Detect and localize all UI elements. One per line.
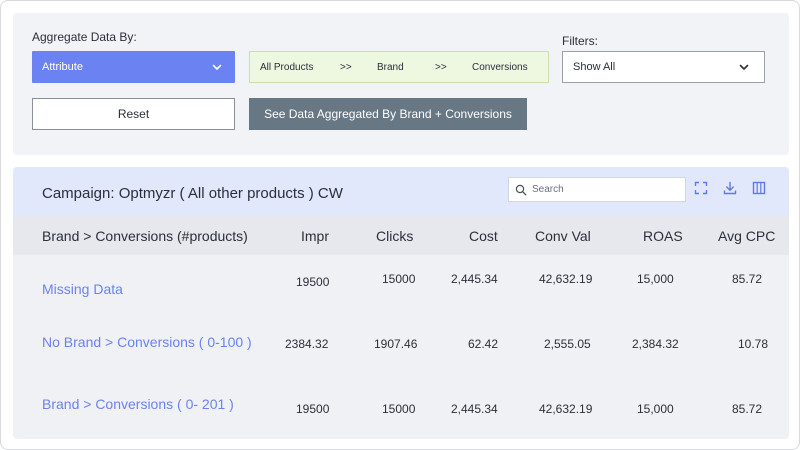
cell-impr: 2384.32 <box>285 337 329 351</box>
cell-cost: 2,445.34 <box>451 402 498 416</box>
fullscreen-icon[interactable] <box>694 181 708 195</box>
cell-impr: 19500 <box>296 275 330 289</box>
column-header-avg-cpc[interactable]: Avg CPC <box>718 228 775 244</box>
row-name-link[interactable]: Brand > Conversions ( 0- 201 ) <box>42 396 234 412</box>
column-header-conv-val[interactable]: Conv Val <box>535 228 591 244</box>
columns-icon[interactable] <box>752 181 766 195</box>
cell-roas: 15,000 <box>637 272 674 286</box>
table-header-row: Brand > Conversions (#products) Impr Cli… <box>13 215 789 255</box>
cell-avg-cpc: 10.78 <box>738 337 769 351</box>
aggregate-by-value: Attribute <box>42 61 83 73</box>
search-icon <box>515 184 527 195</box>
cell-clicks: 15000 <box>382 272 416 286</box>
download-icon[interactable] <box>723 181 737 195</box>
cell-avg-cpc: 85.72 <box>732 272 763 286</box>
breadcrumb-item-conversions: Conversions <box>472 61 528 73</box>
breadcrumb-item-brand: Brand <box>377 61 404 73</box>
table-toolbar: Campaign: Optmyzr ( All other products )… <box>13 167 789 215</box>
cell-cost: 62.42 <box>468 337 499 351</box>
filters-label: Filters: <box>562 34 598 48</box>
filter-select[interactable]: Show All <box>562 51 765 83</box>
aggregate-data-button[interactable]: See Data Aggregated By Brand + Conversio… <box>249 98 527 130</box>
data-table-panel: Campaign: Optmyzr ( All other products )… <box>13 167 789 439</box>
search-input[interactable] <box>532 184 672 195</box>
cell-conv-val: 42,632.19 <box>539 402 593 416</box>
aggregation-breadcrumb: All Products >> Brand >> Conversions <box>249 51 549 83</box>
breadcrumb-separator: >> <box>340 61 352 73</box>
app-frame: Aggregate Data By: Filters: Attribute Al… <box>0 0 800 450</box>
chevron-down-icon <box>739 64 749 70</box>
filter-value: Show All <box>573 61 616 73</box>
cell-conv-val: 42,632.19 <box>539 272 593 286</box>
aggregation-controls-panel: Aggregate Data By: Filters: Attribute Al… <box>13 13 789 155</box>
row-name-link[interactable]: No Brand > Conversions ( 0-100 ) <box>42 334 252 350</box>
column-header-impr[interactable]: Impr <box>301 228 329 244</box>
chevron-down-icon <box>212 64 222 70</box>
cell-avg-cpc: 85.72 <box>732 402 763 416</box>
aggregate-label: Aggregate Data By: <box>32 30 137 44</box>
cell-roas: 2,384.32 <box>632 337 679 351</box>
column-header-clicks[interactable]: Clicks <box>376 228 413 244</box>
cell-cost: 2,445.34 <box>451 272 498 286</box>
column-header-brand-conversions[interactable]: Brand > Conversions (#products) <box>42 228 248 244</box>
row-name-link[interactable]: Missing Data <box>42 281 123 297</box>
campaign-title: Campaign: Optmyzr ( All other products )… <box>42 185 343 202</box>
breadcrumb-item-all-products: All Products <box>260 61 314 73</box>
cell-conv-val: 2,555.05 <box>544 337 591 351</box>
reset-button[interactable]: Reset <box>32 98 235 130</box>
search-box[interactable] <box>508 177 686 202</box>
cell-clicks: 15000 <box>382 402 416 416</box>
cell-roas: 15,000 <box>637 402 674 416</box>
cell-clicks: 1907.46 <box>374 337 418 351</box>
breadcrumb-separator: >> <box>435 61 447 73</box>
cell-impr: 19500 <box>296 402 330 416</box>
column-header-cost[interactable]: Cost <box>469 228 498 244</box>
column-header-roas[interactable]: ROAS <box>643 228 683 244</box>
aggregate-by-select[interactable]: Attribute <box>32 51 235 83</box>
